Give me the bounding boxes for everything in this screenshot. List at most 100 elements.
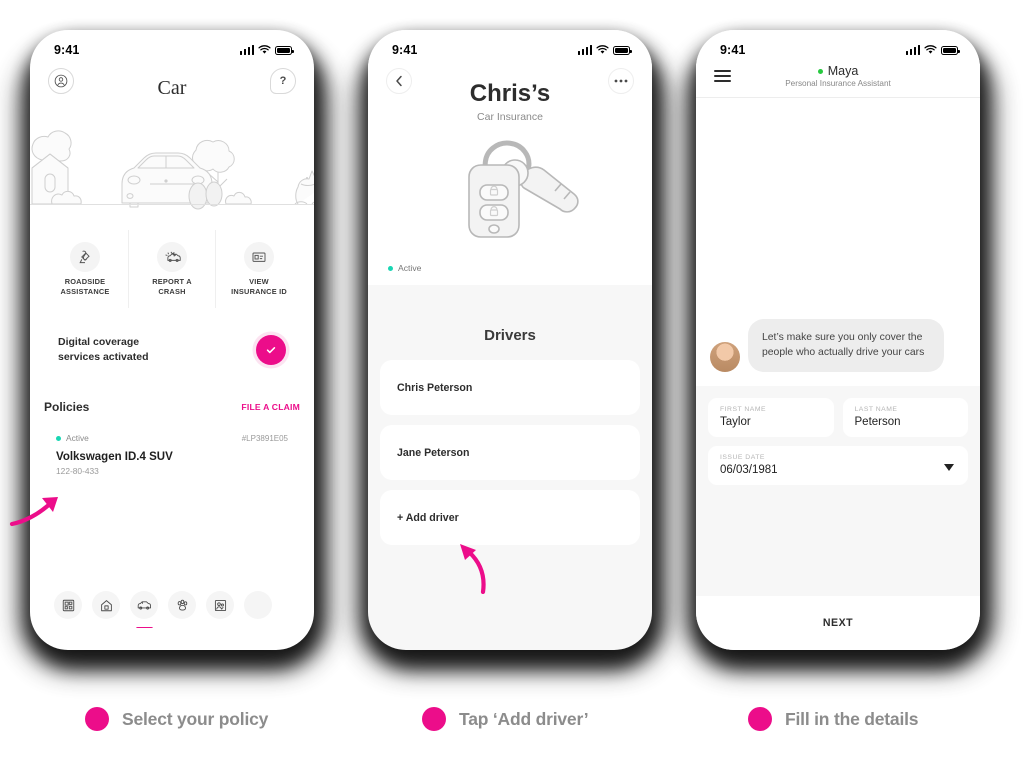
- status-bar: 9:41: [696, 30, 980, 64]
- status-bar: 9:41: [368, 30, 652, 64]
- caption-text: Fill in the details: [785, 708, 919, 729]
- wifi-icon: [924, 45, 937, 54]
- signal-bars-icon: [905, 45, 920, 55]
- digital-coverage-card[interactable]: Digital coverage services activated: [42, 318, 302, 382]
- caption-bullet-icon: [85, 707, 109, 731]
- field-value: Taylor: [720, 416, 751, 428]
- phone-1-screen: 9:41 ? Car ROADSIDE ASSISTANCE REPORT A …: [30, 30, 314, 650]
- insurance-id-card-icon: [244, 241, 274, 272]
- field-label: LAST NAME: [854, 406, 898, 413]
- policies-heading: Policies: [44, 400, 90, 414]
- digital-coverage-text: Digital coverage services activated: [58, 335, 149, 363]
- status-badge: Active: [56, 433, 89, 443]
- policy-card[interactable]: Active #LP3891E05 Volkswagen ID.4 SUV 12…: [42, 422, 302, 489]
- check-icon[interactable]: [256, 335, 286, 365]
- phone-3-assistant: 9:41 Maya Personal Insurance Assistant L…: [686, 22, 994, 670]
- quick-actions-card: ROADSIDE ASSISTANCE REPORT A CRASH VIEW …: [42, 230, 302, 308]
- status-dot-icon: [388, 265, 393, 271]
- drivers-heading: Drivers: [484, 327, 536, 344]
- chevron-left-icon[interactable]: [386, 68, 412, 94]
- wifi-icon: [258, 45, 271, 54]
- phone-3-screen: 9:41 Maya Personal Insurance Assistant L…: [696, 30, 980, 650]
- driver-name: Chris Peterson: [397, 381, 473, 394]
- phone-1-car-policies: 9:41 ? Car ROADSIDE ASSISTANCE REPORT A …: [20, 22, 328, 670]
- status-time: 9:41: [54, 43, 80, 57]
- caption-step-3: Fill in the details: [748, 707, 919, 731]
- chevron-down-icon[interactable]: [944, 463, 954, 471]
- caption-text: Select your policy: [122, 708, 269, 729]
- caption-step-1: Select your policy: [85, 707, 268, 731]
- battery-icon: [941, 45, 960, 55]
- nav-item-more[interactable]: [244, 591, 272, 619]
- bottom-navigation[interactable]: [44, 582, 300, 628]
- status-icons: [239, 45, 294, 55]
- field-label: FIRST NAME: [720, 406, 767, 413]
- driver-list-item[interactable]: Chris Peterson: [380, 360, 640, 415]
- status-time: 9:41: [720, 43, 746, 57]
- online-status-dot-icon: [817, 69, 823, 75]
- first-name-field[interactable]: FIRST NAME Taylor: [708, 398, 834, 437]
- caption-step-2: Tap ‘Add driver’: [422, 707, 589, 731]
- signal-bars-icon: [577, 45, 592, 55]
- policy-id: #LP3891E05: [241, 433, 288, 443]
- page-subtitle: Car Insurance: [477, 111, 543, 123]
- crash-car-icon: [157, 241, 187, 272]
- policy-number: 122-80-433: [56, 466, 99, 476]
- driver-name: Jane Peterson: [397, 446, 470, 459]
- issue-date-field[interactable]: ISSUE DATE 06/03/1981: [708, 446, 968, 485]
- nav-item-dashboard[interactable]: [54, 591, 82, 619]
- phone-2-screen: 9:41 Chris’s Car Insurance Active Driver…: [368, 30, 652, 650]
- status-icons: [905, 45, 960, 55]
- policy-name: Volkswagen ID.4 SUV: [56, 451, 173, 463]
- assistant-avatar: [710, 342, 740, 372]
- file-a-claim-link[interactable]: FILE A CLAIM: [241, 402, 300, 412]
- action-view-insurance-id[interactable]: VIEW INSURANCE ID: [215, 230, 302, 308]
- chat-message-row: Let’s make sure you only cover the peopl…: [710, 318, 962, 372]
- assistant-role: Personal Insurance Assistant: [785, 79, 891, 88]
- nav-item-pets[interactable]: [168, 591, 196, 619]
- ellipsis-icon[interactable]: [608, 68, 634, 94]
- status-time: 9:41: [392, 43, 418, 57]
- chat-area: Let’s make sure you only cover the peopl…: [696, 98, 980, 386]
- driver-details-form: FIRST NAME Taylor LAST NAME Peterson ISS…: [696, 386, 980, 485]
- profile-icon[interactable]: [48, 68, 74, 94]
- action-label: ROADSIDE ASSISTANCE: [60, 276, 110, 296]
- signal-bars-icon: [239, 45, 254, 55]
- next-button[interactable]: NEXT: [696, 596, 980, 650]
- last-name-field[interactable]: LAST NAME Peterson: [842, 398, 968, 437]
- nav-item-car[interactable]: [130, 591, 158, 628]
- battery-icon: [613, 45, 632, 55]
- field-value: 06/03/1981: [720, 464, 778, 476]
- caption-bullet-icon: [422, 707, 446, 731]
- phone-2-drivers: 9:41 Chris’s Car Insurance Active Driver…: [358, 22, 666, 670]
- add-driver-button[interactable]: + Add driver: [380, 490, 640, 545]
- action-label: VIEW INSURANCE ID: [231, 276, 287, 296]
- action-label: REPORT A CRASH: [152, 276, 192, 296]
- policy-status-badge: Active: [368, 253, 652, 285]
- caption-text: Tap ‘Add driver’: [459, 708, 589, 729]
- question-mark-icon[interactable]: ?: [270, 68, 296, 94]
- policy-top-row: Active #LP3891E05: [56, 433, 288, 443]
- wifi-icon: [596, 45, 609, 54]
- name-fields-row: FIRST NAME Taylor LAST NAME Peterson: [708, 398, 968, 437]
- assistant-name-row: Maya: [714, 64, 962, 78]
- field-value: Peterson: [854, 416, 901, 428]
- field-label: ISSUE DATE: [720, 454, 765, 461]
- assistant-header: Maya Personal Insurance Assistant: [696, 64, 980, 98]
- chat-bubble: Let’s make sure you only cover the peopl…: [748, 318, 944, 372]
- status-bar: 9:41: [30, 30, 314, 64]
- status-dot-icon: [56, 435, 61, 441]
- action-report-a-crash[interactable]: REPORT A CRASH: [128, 230, 215, 308]
- nav-item-family[interactable]: [206, 591, 234, 619]
- roadside-assistance-icon: [70, 241, 100, 272]
- battery-icon: [275, 45, 294, 55]
- phone-3-top: 9:41 Maya Personal Insurance Assistant: [696, 30, 980, 98]
- nav-item-home[interactable]: [92, 591, 120, 619]
- assistant-identity: Maya Personal Insurance Assistant: [714, 64, 962, 88]
- add-driver-label: + Add driver: [397, 511, 459, 524]
- phone-2-top-section: 9:41 Chris’s Car Insurance Active: [368, 30, 652, 285]
- car-key-fob-illustration: [368, 125, 652, 253]
- driver-list-item[interactable]: Jane Peterson: [380, 425, 640, 480]
- action-roadside-assistance[interactable]: ROADSIDE ASSISTANCE: [42, 230, 128, 308]
- tutorial-screens-stage: 9:41 ? Car ROADSIDE ASSISTANCE REPORT A …: [0, 0, 1024, 758]
